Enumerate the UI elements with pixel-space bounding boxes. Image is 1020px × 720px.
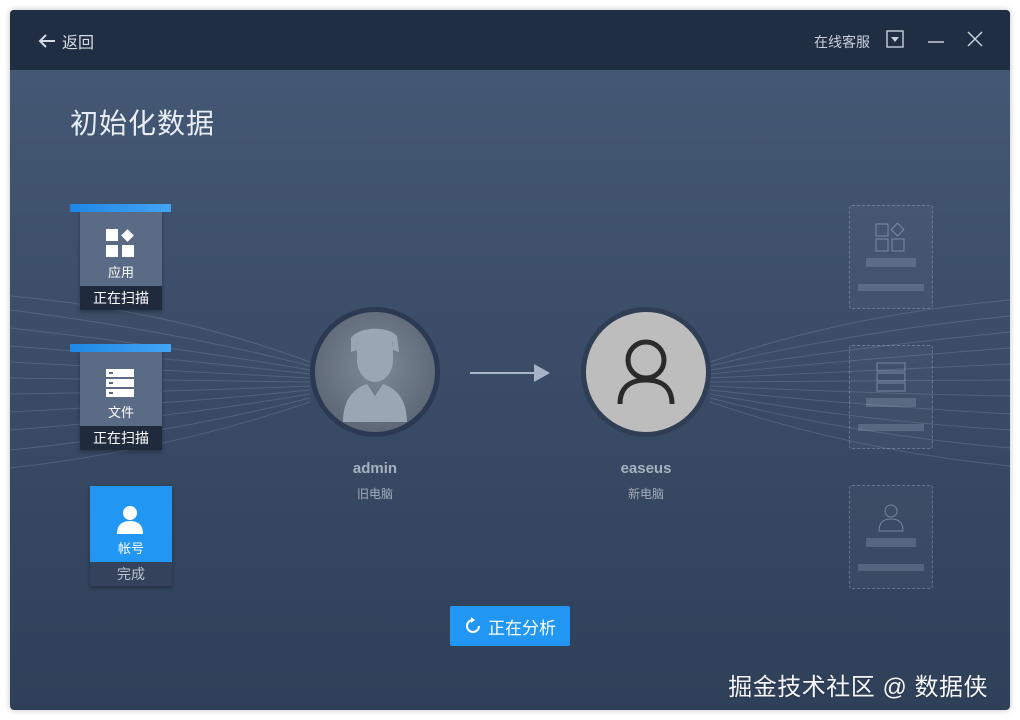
- category-status: 正在扫描: [80, 426, 162, 450]
- user-silhouette-icon: [343, 328, 407, 422]
- back-label: 返回: [62, 35, 95, 52]
- back-button[interactable]: 返回: [38, 30, 94, 52]
- category-status: 完成: [90, 562, 172, 586]
- target-user-subtitle: 新电脑: [627, 487, 664, 501]
- category-name: 文件: [107, 405, 134, 420]
- category-tile-files[interactable]: 文件 正在扫描: [70, 344, 171, 450]
- tile-highlight-bar: [70, 344, 171, 352]
- target-slot-apps: [849, 205, 933, 309]
- source-pc-avatar: [310, 307, 440, 437]
- apps-icon: [106, 229, 134, 257]
- category-name: 应用: [107, 265, 134, 280]
- close-button[interactable]: [966, 30, 986, 50]
- analyzing-button[interactable]: 正在分析: [450, 606, 570, 646]
- category-status: 正在扫描: [80, 286, 162, 310]
- dropdown-icon: [886, 30, 904, 48]
- tile-highlight-bar: [70, 204, 171, 212]
- refresh-icon: [466, 617, 480, 633]
- account-icon: [117, 506, 143, 534]
- page-title: 初始化数据: [70, 108, 216, 139]
- online-service-link[interactable]: 在线客服: [814, 32, 870, 52]
- minimize-button[interactable]: [927, 30, 947, 50]
- source-user-subtitle: 旧电脑: [356, 487, 393, 501]
- migration-window: 返回 在线客服 初始化数据 应用 正在扫描 文件 正在扫描 帐号 完成 admi…: [10, 10, 1010, 710]
- apps-placeholder-icon: [875, 222, 905, 252]
- arrow-left-icon: [38, 34, 55, 48]
- account-placeholder-icon: [878, 504, 904, 532]
- category-tile-apps[interactable]: 应用 正在扫描: [70, 204, 171, 310]
- target-slot-account: [849, 485, 933, 589]
- analyzing-label: 正在分析: [488, 618, 556, 638]
- dropdown-menu-button[interactable]: [886, 30, 906, 50]
- target-user-name: easeus: [620, 460, 672, 477]
- title-bar: 返回 在线客服: [10, 10, 1010, 70]
- transfer-arrow-icon: [470, 364, 550, 382]
- minimize-icon: [928, 41, 944, 43]
- user-outline-icon: [617, 339, 675, 405]
- files-placeholder-icon: [876, 362, 906, 392]
- close-icon: [967, 31, 983, 47]
- target-pc-avatar: [581, 307, 711, 437]
- watermark-text: 掘金技术社区 @ 数据侠: [728, 674, 988, 701]
- files-icon: [106, 369, 134, 397]
- category-tile-account[interactable]: 帐号 完成: [90, 486, 172, 586]
- source-user-name: admin: [352, 460, 398, 477]
- category-name: 帐号: [117, 541, 144, 556]
- target-slot-files: [849, 345, 933, 449]
